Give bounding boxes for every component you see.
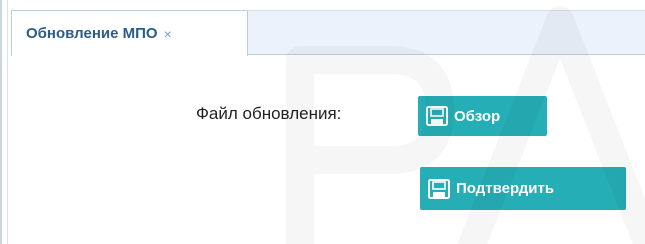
confirm-button[interactable]: Подтвердить [420, 167, 626, 210]
tab-bar: Обновление МПО × [11, 10, 645, 56]
floppy-disk-icon [426, 106, 448, 126]
update-file-label: Файл обновления: [196, 104, 342, 123]
browse-button[interactable]: Обзор [418, 96, 547, 136]
left-border [0, 0, 11, 244]
browse-button-label: Обзор [454, 107, 501, 125]
tab-update-mpo[interactable]: Обновление МПО × [11, 10, 248, 56]
confirm-button-label: Подтвердить [456, 180, 555, 197]
close-icon[interactable]: × [164, 27, 172, 41]
floppy-disk-icon [428, 178, 450, 199]
update-mpo-panel: Обновление МПО × Файл обновления: Обзор … [0, 0, 645, 244]
tab-label: Обновление МПО [26, 25, 158, 42]
